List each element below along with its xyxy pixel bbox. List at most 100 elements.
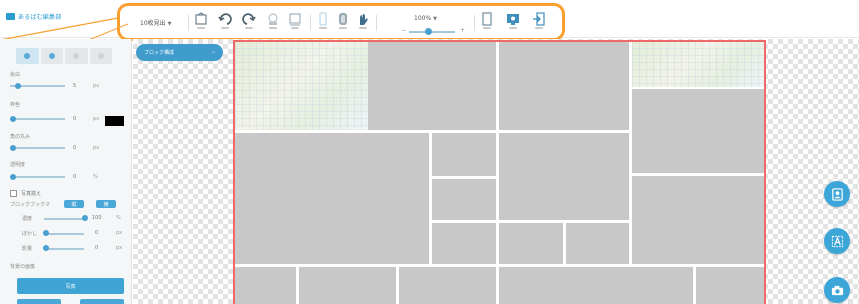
camera-fab-icon <box>831 285 843 295</box>
photo-slot[interactable] <box>566 223 629 264</box>
shadow-slider-handle[interactable] <box>43 245 49 251</box>
zoom-slider-handle[interactable] <box>424 28 432 35</box>
zoom-in-button[interactable]: + <box>460 27 465 34</box>
photo-slot[interactable] <box>368 42 496 130</box>
exit-icon <box>533 12 545 26</box>
zoom-select[interactable]: 100% ▼ <box>414 15 437 22</box>
template-button[interactable] <box>192 12 210 36</box>
frame-button[interactable] <box>264 12 282 36</box>
exit-button[interactable] <box>530 12 548 36</box>
single-page-button[interactable] <box>478 12 496 36</box>
photo-slot[interactable] <box>499 42 629 130</box>
border-value[interactable]: 0 <box>73 116 76 122</box>
photo-slot[interactable] <box>432 179 496 220</box>
margin-slider-handle[interactable] <box>15 83 22 89</box>
border-slider-handle[interactable] <box>9 116 16 122</box>
app-logo[interactable]: あるばむ編集部 <box>6 12 61 21</box>
background-image-label: 背景の画像 <box>10 264 36 270</box>
text-fab-icon <box>831 235 843 247</box>
blur-slider-handle[interactable] <box>43 230 49 236</box>
undo-icon <box>218 13 232 25</box>
tab-layout[interactable] <box>16 48 39 64</box>
shadow-unit: px <box>116 245 123 251</box>
font-select-value: 10枚見出 <box>140 20 166 27</box>
shadow-slider[interactable] <box>44 248 84 250</box>
photo-slot[interactable] <box>299 267 396 304</box>
layout-icon <box>289 13 301 26</box>
add-text-button[interactable] <box>824 228 850 254</box>
density-slider-handle[interactable] <box>82 215 88 221</box>
secondary-button-right[interactable] <box>80 299 124 304</box>
undo-button[interactable] <box>216 12 234 36</box>
secondary-button-left[interactable] <box>17 299 61 304</box>
zoom-slider[interactable] <box>409 31 455 33</box>
layout-button[interactable] <box>286 12 304 36</box>
map-photo-left[interactable] <box>235 42 368 130</box>
redo-button[interactable] <box>240 12 258 36</box>
tab-color[interactable] <box>40 48 63 64</box>
shadow-value[interactable]: 0 <box>95 245 98 251</box>
portrait-button[interactable] <box>334 12 352 36</box>
opacity-slider[interactable] <box>10 176 65 178</box>
border-color-swatch[interactable] <box>105 116 124 126</box>
photo-align-checkbox[interactable] <box>10 190 17 197</box>
add-photo-button[interactable]: 写真 <box>17 278 124 294</box>
density-label: 濃度 <box>22 216 33 222</box>
preview-icon <box>507 14 519 25</box>
radius-value[interactable]: 0 <box>73 145 76 151</box>
map-photo-right[interactable] <box>632 42 764 87</box>
block-layout-dropdown[interactable]: ブロック構成 ⌄ <box>136 44 223 61</box>
photo-slot[interactable] <box>432 223 496 264</box>
align-horizontal-button[interactable]: 横 <box>96 200 116 208</box>
add-portrait-button[interactable] <box>824 181 850 207</box>
chevron-down-icon: ▼ <box>433 16 438 22</box>
photo-slot[interactable] <box>235 133 429 264</box>
radius-unit: px <box>93 145 100 151</box>
font-select[interactable]: 10枚見出 ▼ <box>140 18 172 27</box>
chevron-down-icon: ⌄ <box>210 48 216 55</box>
radius-slider[interactable] <box>10 147 65 149</box>
app-title: あるばむ編集部 <box>18 14 62 21</box>
single-page-icon <box>482 12 492 26</box>
photo-slot[interactable] <box>432 133 496 176</box>
photo-slot[interactable] <box>499 267 693 304</box>
photo-slot[interactable] <box>632 176 764 264</box>
toolbar: 10枚見出 ▼ 100% ▼ − + <box>117 3 565 41</box>
density-value[interactable]: 100 <box>92 215 102 221</box>
density-slider[interactable] <box>44 218 84 220</box>
photo-slot[interactable] <box>696 267 764 304</box>
opacity-label: 透明度 <box>10 162 26 168</box>
photo-slot[interactable] <box>399 267 496 304</box>
photo-slot[interactable] <box>632 89 764 173</box>
tab-text[interactable] <box>65 48 88 64</box>
blur-slider[interactable] <box>44 233 84 235</box>
margin-value[interactable]: 5 <box>73 83 76 89</box>
page-button[interactable] <box>314 12 332 36</box>
toolbar-divider <box>310 15 311 31</box>
border-slider[interactable] <box>10 118 65 120</box>
align-vertical-button[interactable]: 縦 <box>64 200 84 208</box>
add-photo-fab[interactable] <box>824 277 850 303</box>
hand-icon <box>360 14 368 25</box>
zoom-out-button[interactable]: − <box>401 27 406 34</box>
photo-slot[interactable] <box>235 267 296 304</box>
photo-slot[interactable] <box>499 133 629 220</box>
editor-app: あるばむ編集部 10枚見出 ▼ 100% ▼ − + 余白 5 px 枠色 0 … <box>0 0 859 304</box>
hand-button[interactable] <box>354 12 372 36</box>
opacity-value[interactable]: 0 <box>73 174 76 180</box>
preview-button[interactable] <box>504 12 522 36</box>
photo-slot[interactable] <box>499 223 563 264</box>
radius-slider-handle[interactable] <box>9 145 16 151</box>
template-icon <box>195 12 207 25</box>
properties-panel: 余白 5 px 枠色 0 px 角の丸み 0 px 透明度 0 % 写真揃え ブ… <box>0 39 132 304</box>
album-page[interactable] <box>233 40 766 304</box>
blur-label: ぼかし <box>22 231 38 237</box>
redo-icon <box>242 13 256 25</box>
opacity-slider-handle[interactable] <box>9 174 16 180</box>
text-tab-icon <box>73 53 80 59</box>
border-unit: px <box>93 116 100 122</box>
portrait-fab-icon <box>831 187 843 201</box>
toolbar-divider <box>474 15 475 31</box>
blur-value[interactable]: 0 <box>95 230 98 236</box>
tab-image[interactable] <box>89 48 112 64</box>
